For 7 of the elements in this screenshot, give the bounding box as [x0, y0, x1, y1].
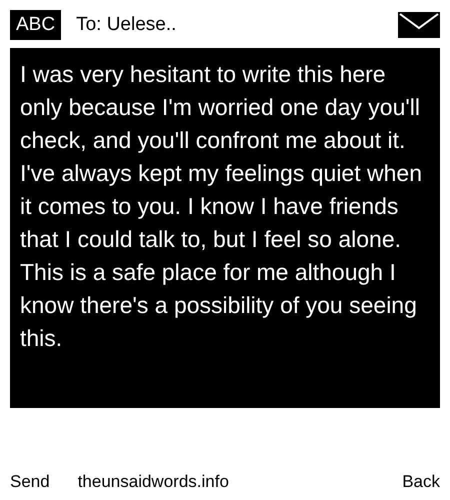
recipient-label: To: Uelese.. — [76, 12, 176, 37]
send-link[interactable]: Send — [10, 468, 50, 494]
message-text: I was very hesitant to write this here only because I'm worried one day you'll check, and you'll confront me about it. I've always kept my feelings quiet when it comes to you. I know I have friends that I could talk to, but I feel so alone. This is a safe place for me although I know there's a possibility of you seeing this. — [10, 48, 440, 408]
envelope-icon[interactable] — [398, 12, 440, 38]
abc-badge: ABC — [10, 10, 62, 40]
back-link[interactable]: Back — [402, 468, 440, 494]
site-link[interactable]: theunsaidwords.info — [78, 468, 229, 494]
